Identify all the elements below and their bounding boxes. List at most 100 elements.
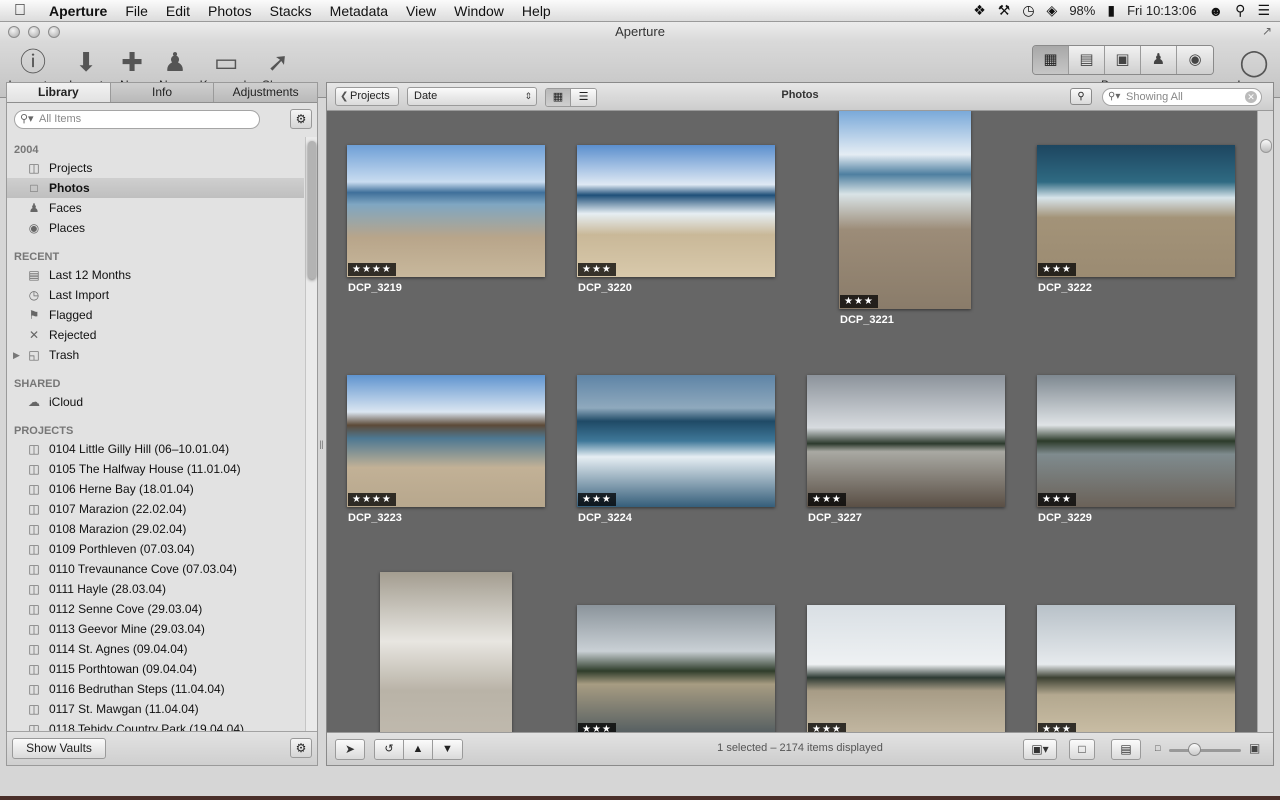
show-vaults-button[interactable]: Show Vaults [12, 738, 106, 759]
filter-hud-icon[interactable]: ⚲ [1070, 88, 1092, 105]
library-item-faces[interactable]: ♟ Faces [7, 198, 304, 218]
menu-help[interactable]: Help [513, 0, 560, 22]
vault-gear-icon[interactable]: ⚙ [290, 738, 312, 758]
project-item[interactable]: ◫ 0114 St. Agnes (09.04.04) [7, 639, 304, 659]
project-item[interactable]: ◫ 0111 Hayle (28.03.04) [7, 579, 304, 599]
lift-stamp-icon[interactable]: ▲ [404, 740, 433, 759]
list-icon[interactable]: ☰ [1257, 2, 1270, 19]
project-icon: ◫ [28, 562, 40, 576]
project-icon: ◫ [28, 442, 40, 456]
sort-select[interactable]: Date ⇕ [407, 87, 537, 106]
browser-scrollbar[interactable] [1257, 111, 1273, 733]
project-item[interactable]: ◫ 0105 The Halfway House (11.01.04) [7, 459, 304, 479]
photo-thumbnail[interactable]: ★★★ [1037, 375, 1235, 507]
photo-name-label: DCP_3222 [1038, 282, 1092, 294]
library-item-places[interactable]: ◉ Places [7, 218, 304, 238]
project-item[interactable]: ◫ 0113 Geevor Mine (29.03.04) [7, 619, 304, 639]
photo-thumbnail[interactable]: ★★★ [839, 111, 971, 309]
apple-menu-icon[interactable]:  [0, 2, 40, 20]
photo-thumbnail[interactable]: ★★★ [577, 605, 775, 733]
photo-thumbnail[interactable]: ★★★ [1037, 605, 1235, 733]
project-item[interactable]: ◫ 0116 Bedruthan Steps (11.04.04) [7, 679, 304, 699]
library-search-row: ⚲▾ All Items ⚙ [7, 103, 317, 135]
library-scrollbar[interactable] [305, 137, 317, 731]
library-item-projects[interactable]: ◫ Projects [7, 158, 304, 178]
clear-search-icon[interactable]: ✕ [1245, 91, 1257, 103]
menu-stacks[interactable]: Stacks [261, 0, 321, 22]
menu-file[interactable]: File [116, 0, 157, 22]
project-item[interactable]: ◫ 0104 Little Gilly Hill (06–10.01.04) [7, 439, 304, 459]
project-item[interactable]: ◫ 0117 St. Mawgan (11.04.04) [7, 699, 304, 719]
project-item[interactable]: ◫ 0107 Marazion (22.02.04) [7, 499, 304, 519]
tab-library[interactable]: Library [7, 83, 111, 102]
menu-metadata[interactable]: Metadata [321, 0, 397, 22]
wrench-icon[interactable]: ⚒ [998, 2, 1011, 19]
library-item-last-import[interactable]: ◷ Last Import [7, 285, 304, 305]
clock[interactable]: Fri 10:13:06 [1127, 3, 1196, 18]
photo-thumbnail[interactable]: ★★★ [1037, 145, 1235, 277]
grid-view-icon[interactable]: ▦ [1033, 46, 1069, 74]
list-view-icon[interactable]: ☰ [571, 89, 596, 106]
viewer-icon[interactable]: ▣ [1105, 46, 1141, 74]
project-item[interactable]: ◫ 0118 Tehidy Country Park (19.04.04) [7, 719, 304, 731]
photo-thumbnail[interactable]: ★★★★ [347, 145, 545, 277]
photo-thumbnail[interactable]: ★★★ [807, 375, 1005, 507]
library-item-rejected[interactable]: ✕ Rejected [7, 325, 304, 345]
photo-thumbnail[interactable] [380, 572, 512, 733]
split-view-icon[interactable]: ▤ [1069, 46, 1105, 74]
photo-thumbnail[interactable]: ★★★ [577, 375, 775, 507]
photo-thumbnail[interactable]: ★★★ [807, 605, 1005, 733]
spotlight-icon[interactable]: ⚲ [1235, 2, 1245, 19]
menu-aperture[interactable]: Aperture [40, 0, 116, 22]
library-item-photos[interactable]: □ Photos [7, 178, 304, 198]
menu-photos[interactable]: Photos [199, 0, 261, 22]
places-view-icon[interactable]: ◉ [1177, 46, 1213, 74]
project-item[interactable]: ◫ 0106 Herne Bay (18.01.04) [7, 479, 304, 499]
project-icon: ◫ [28, 582, 40, 596]
menu-window[interactable]: Window [445, 0, 513, 22]
menu-view[interactable]: View [397, 0, 445, 22]
project-item[interactable]: ◫ 0110 Trevaunance Cove (07.03.04) [7, 559, 304, 579]
projects-back-button[interactable]: ❮ Projects [335, 87, 399, 106]
menu-edit[interactable]: Edit [157, 0, 199, 22]
battery-percent[interactable]: 98% [1069, 3, 1095, 18]
library-item-trash[interactable]: ▶ ◱ Trash [7, 345, 304, 365]
stamp-icon[interactable]: ▼ [433, 740, 462, 759]
time-machine-icon[interactable]: ◷ [1022, 2, 1034, 19]
library-search-input[interactable]: ⚲▾ All Items [14, 110, 260, 129]
panel-splitter-handle[interactable]: ‖ [319, 438, 324, 452]
photo-thumbnail[interactable]: ★★★★ [347, 375, 545, 507]
window-title: Aperture [615, 24, 665, 39]
project-item[interactable]: ◫ 0112 Senne Cove (29.03.04) [7, 599, 304, 619]
library-item-flagged[interactable]: ⚑ Flagged [7, 305, 304, 325]
project-item[interactable]: ◫ 0115 Porthtowan (09.04.04) [7, 659, 304, 679]
clock-icon: ◷ [28, 288, 40, 302]
faces-view-icon[interactable]: ♟ [1141, 46, 1177, 74]
grid-icon[interactable]: ▦ [546, 89, 571, 106]
disclosure-triangle-icon[interactable]: ▶ [13, 345, 20, 365]
zoom-slider-knob[interactable] [1188, 743, 1202, 756]
one-up-icon[interactable]: □ [1069, 739, 1095, 760]
tab-adjustments[interactable]: Adjustments [214, 83, 318, 102]
desktop-background [0, 796, 1280, 800]
viewer-mode-icon[interactable]: ▣▾ [1023, 739, 1057, 760]
project-item[interactable]: ◫ 0108 Marazion (29.02.04) [7, 519, 304, 539]
library-item-icloud[interactable]: ☁ iCloud [7, 392, 304, 412]
rotate-icon[interactable]: ↺ [375, 740, 404, 759]
tab-info[interactable]: Info [110, 83, 215, 102]
browser-search-input[interactable]: ⚲▾ Showing All ✕ [1102, 88, 1262, 106]
fullscreen-icon[interactable]: ↗ [1262, 24, 1272, 38]
wifi-icon[interactable]: ◈ [1047, 2, 1058, 19]
photo-thumbnail[interactable]: ★★★ [577, 145, 775, 277]
library-gear-icon[interactable]: ⚙ [290, 109, 312, 129]
metadata-overlay-icon[interactable]: ▤ [1111, 739, 1141, 760]
browser-scroll-thumb[interactable] [1260, 139, 1272, 153]
library-item-last-12-months[interactable]: ▤ Last 12 Months [7, 265, 304, 285]
dropbox-icon[interactable]: ❖ [973, 2, 986, 19]
zoom-slider[interactable] [1169, 749, 1241, 752]
user-icon[interactable]: ☻ [1208, 3, 1223, 19]
battery-icon[interactable]: ▮ [1107, 2, 1115, 19]
library-scroll-thumb[interactable] [308, 141, 316, 279]
project-item[interactable]: ◫ 0109 Porthleven (07.03.04) [7, 539, 304, 559]
select-tool-icon[interactable]: ➤ [335, 739, 365, 760]
